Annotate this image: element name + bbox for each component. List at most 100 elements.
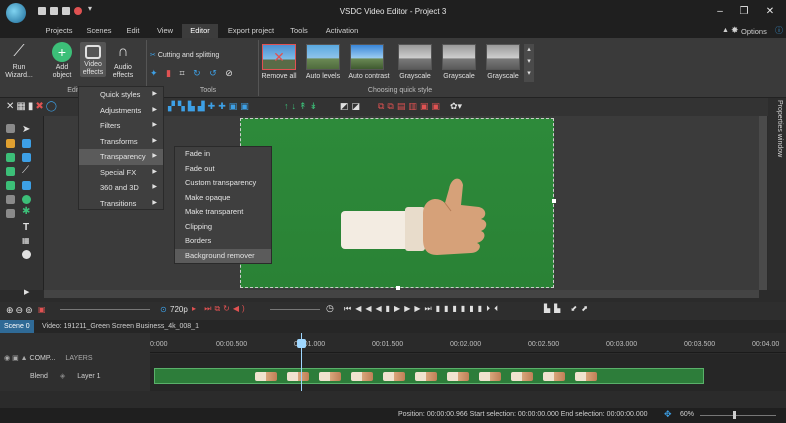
auto-levels-thumbnail[interactable] (306, 44, 340, 70)
mask-tool-icon[interactable] (22, 250, 31, 259)
marker-icon[interactable]: ▣ (38, 305, 46, 314)
crop-tool-icon[interactable]: ✦ (150, 68, 161, 78)
zoom-fit-icon[interactable]: ✥ (664, 409, 672, 420)
eye-icon[interactable]: ◉ (4, 355, 10, 362)
zoom-slider-thumb[interactable] (733, 411, 736, 419)
rotate-icon[interactable]: ↻ (193, 68, 204, 78)
layer-1-row[interactable]: Blend ◈ Layer 1 (30, 368, 150, 385)
clock-icon[interactable]: ◷ (326, 303, 334, 314)
info-icon[interactable]: ⓘ (775, 25, 783, 36)
person-icon[interactable] (6, 139, 15, 148)
tab-editor[interactable]: Editor (182, 24, 218, 38)
close-x-icon[interactable]: ✕ (6, 101, 16, 112)
gear-icon[interactable]: ✸ (731, 25, 739, 36)
alignment-toolbar[interactable]: ▞▚▙▟✚✚▣▣ (168, 101, 252, 112)
vertical-scrollbar[interactable] (759, 116, 767, 290)
menu-item-transitions[interactable]: Transitions ▶ (79, 196, 163, 212)
subtitles-icon[interactable]: ▦ (22, 236, 30, 245)
image-tool-icon[interactable] (6, 153, 15, 162)
bars-icon[interactable] (6, 124, 15, 133)
video-clip-track-item[interactable] (154, 368, 704, 384)
blend-mode-dropdown[interactable]: Blend (30, 373, 48, 380)
arrange-toolbar[interactable]: ↑↓↟↡ (284, 101, 320, 112)
submenu-item-custom-transparency[interactable]: Custom transparency (175, 176, 271, 191)
run-wizard-button[interactable]: ⟋ Run Wizard... (4, 42, 34, 80)
text-tool-icon[interactable]: T (23, 222, 29, 233)
playback-mini-controls[interactable]: ▸ ⏭⧉↻◀) (192, 304, 248, 314)
grayscale-thumbnail-2[interactable] (442, 44, 476, 70)
tab-scene-0[interactable]: Scene 0 (0, 320, 34, 333)
settings-dropdown-icon[interactable]: ✿▾ (450, 101, 462, 112)
tab-view[interactable]: View (152, 24, 178, 38)
green-screen-video-preview[interactable] (240, 118, 554, 288)
volume-slider[interactable] (270, 309, 320, 310)
tab-scenes[interactable]: Scenes (82, 24, 116, 38)
chart-tool-icon[interactable] (22, 153, 31, 162)
timeline-tools[interactable]: ▙▙ ⬋⬈ (544, 304, 592, 313)
ellipse-tool-icon[interactable] (22, 195, 31, 204)
group-toolbar[interactable]: ◩◪ (340, 101, 363, 112)
expand-tools-icon[interactable]: ▶ (24, 288, 29, 296)
line-tool-icon[interactable]: ⟋ (22, 165, 29, 176)
grayscale-thumbnail-3[interactable] (486, 44, 520, 70)
tab-tools[interactable]: Tools (286, 24, 312, 38)
submenu-item-make-opaque[interactable]: Make opaque (175, 191, 271, 206)
tab-activation[interactable]: Activation (322, 24, 362, 38)
zoom-slider[interactable] (60, 309, 150, 310)
menu-item-transforms[interactable]: Transforms ▶ (79, 134, 163, 150)
submenu-item-make-transparent[interactable]: Make transparent (175, 205, 271, 220)
add-object-button[interactable]: + Add object (48, 42, 76, 80)
timeline-scroll-area[interactable] (0, 391, 786, 408)
minimize-button[interactable]: – (712, 5, 728, 19)
menu-item-quick-styles[interactable]: Quick styles ▶ (79, 87, 163, 103)
quick-styles-scroll[interactable]: ▴ ▾ ▾ (524, 44, 534, 82)
audio-effects-button[interactable]: ∩ Audio effects (110, 42, 136, 80)
crop-icon[interactable]: ⌗ (180, 68, 188, 78)
resize-handle[interactable] (552, 199, 556, 203)
horizontal-scrollbar[interactable] (44, 290, 759, 298)
rotate-right-icon[interactable]: ↺ (209, 68, 220, 78)
playback-controls[interactable]: ⏮◀◀◀▮▶▶▶⏭▮▮▮▮▮▮⏵⏴ (344, 304, 502, 314)
audio-tool-icon[interactable] (6, 181, 15, 190)
split-icon[interactable]: ▮ (166, 68, 174, 78)
menu-item-transparency[interactable]: Transparency ▶ (79, 149, 163, 165)
remove-all-thumbnail[interactable]: ✕ (262, 44, 296, 70)
tools-icons-row[interactable]: ✦ ▮ ⌗ ↻ ↺ ⊘ (150, 68, 236, 79)
move-icon[interactable] (6, 209, 15, 218)
video-effects-button[interactable]: Video effects (80, 42, 106, 77)
preview-icon[interactable]: ⊙ (160, 305, 167, 314)
zoom-controls[interactable]: ⊕⊖⊚ (6, 305, 35, 316)
tab-projects[interactable]: Projects (40, 24, 78, 38)
submenu-item-fade-in[interactable]: Fade in (175, 147, 271, 162)
close-button[interactable]: ✕ (762, 5, 778, 19)
grayscale-thumbnail-1[interactable] (398, 44, 432, 70)
circle-icon[interactable]: ◯ (46, 101, 59, 112)
maximize-button[interactable]: ❐ (736, 5, 752, 19)
sliders-icon[interactable] (6, 195, 15, 204)
cutting-and-splitting-button[interactable]: ✂ Cutting and splitting (150, 51, 219, 59)
grid-icon[interactable]: ▦ (16, 101, 27, 112)
menu-item-360-and-3d[interactable]: 360 and 3D ▶ (79, 180, 163, 196)
tab-video-clip[interactable]: Video: 191211_Green Screen Business_4k_0… (38, 320, 203, 333)
auto-contrast-thumbnail[interactable] (350, 44, 384, 70)
resolution-dropdown[interactable]: 720p (170, 305, 188, 314)
toolbar-left-icons[interactable]: ✕▦▮✖◯ (6, 101, 59, 112)
layer-visibility-icon[interactable]: ◈ (60, 373, 65, 380)
more-tools-icon[interactable]: ⊘ (225, 68, 236, 78)
submenu-item-fade-out[interactable]: Fade out (175, 162, 271, 177)
rectangle-tool-icon[interactable] (22, 181, 31, 190)
zoom-slider-status[interactable] (700, 415, 776, 416)
menu-item-filters[interactable]: Filters ▶ (79, 118, 163, 134)
options-link[interactable]: Options (741, 25, 767, 39)
submenu-item-clipping[interactable]: Clipping (175, 220, 271, 235)
pointer-icon[interactable]: ➤ (22, 124, 30, 135)
tab-export-project[interactable]: Export project (224, 24, 278, 38)
layout-toolbar[interactable]: ⧉⧉▤▥▣▣ (378, 101, 443, 112)
playhead-handle[interactable] (297, 339, 306, 348)
menu-item-adjustments[interactable]: Adjustments ▶ (79, 103, 163, 119)
video-tool-icon[interactable] (6, 167, 15, 176)
menu-item-special-fx[interactable]: Special FX ▶ (79, 165, 163, 181)
sprite-icon[interactable]: ✱ (22, 206, 30, 217)
lock-icon[interactable]: ▣ (12, 355, 19, 362)
submenu-item-background-remover[interactable]: Background remover (175, 248, 271, 263)
